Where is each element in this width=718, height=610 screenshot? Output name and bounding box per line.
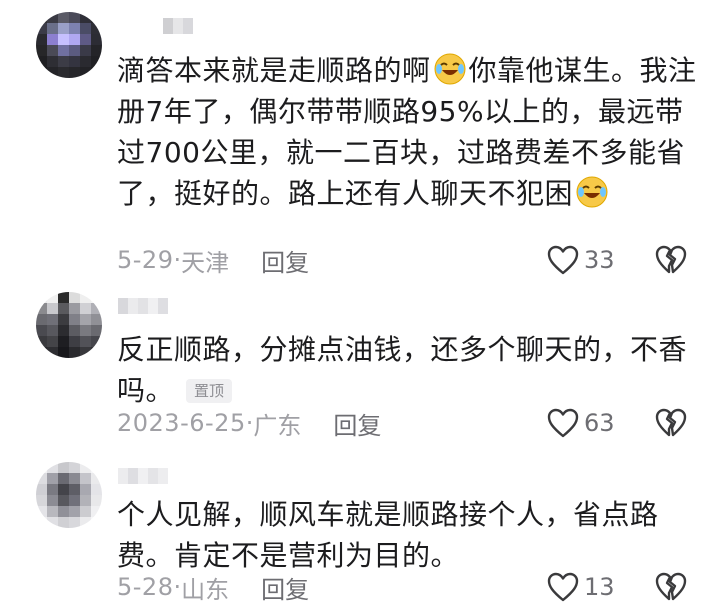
- comment-meta: 5-29 · 天津 回复: [117, 243, 309, 277]
- pinned-badge: 置顶: [186, 379, 233, 403]
- avatar[interactable]: [36, 12, 102, 78]
- comment-location: 天津: [181, 248, 230, 277]
- username-blurred[interactable]: [118, 468, 168, 484]
- reply-button[interactable]: 回复: [261, 243, 309, 278]
- like-button[interactable]: 13: [546, 571, 620, 603]
- meta-separator: ·: [173, 573, 182, 601]
- meta-separator: ·: [173, 246, 182, 274]
- dislike-button[interactable]: [654, 407, 688, 439]
- meta-separator: ·: [245, 409, 254, 437]
- like-count: 63: [584, 409, 615, 437]
- comment-actions: 63: [546, 403, 688, 443]
- heart-outline-icon: [547, 245, 579, 275]
- laughing-crying-emoji-icon: [576, 176, 608, 208]
- comment-location: 广东: [253, 411, 302, 440]
- broken-heart-icon: [655, 245, 687, 274]
- comment-date: 5-28: [117, 573, 174, 601]
- comment-meta: 2023-6-25 · 广东 回复: [117, 406, 381, 440]
- like-count: 13: [584, 573, 615, 601]
- avatar[interactable]: [36, 292, 102, 358]
- comment-text: 个人见解，顺风车就是顺路接个人，省点路费。肯定不是营利为目的。: [117, 498, 659, 572]
- reply-button[interactable]: 回复: [261, 570, 309, 605]
- comment-date: 5-29: [117, 246, 174, 274]
- laughing-crying-emoji-icon: [434, 53, 466, 85]
- like-count: 33: [584, 246, 615, 274]
- broken-heart-icon: [655, 408, 687, 437]
- avatar[interactable]: [36, 462, 102, 528]
- dislike-button[interactable]: [654, 571, 688, 603]
- comment-text: 反正顺路，分摊点油钱，还多个聊天的，不香吗。 置顶: [117, 333, 688, 407]
- username-blurred[interactable]: [118, 298, 168, 314]
- username-blurred[interactable]: [163, 18, 193, 34]
- dislike-button[interactable]: [654, 244, 688, 276]
- comment-text: 滴答本来就是走顺路的啊 你靠他谋生。我注册7年了，偶尔带带顺路95%以上的，最远…: [117, 53, 697, 210]
- comment-date: 2023-6-25: [117, 409, 246, 437]
- comment-location: 山东: [181, 575, 230, 604]
- comment-actions: 33: [546, 240, 688, 280]
- like-button[interactable]: 33: [546, 244, 620, 276]
- comment-meta: 5-28 · 山东 回复: [117, 570, 309, 604]
- heart-outline-icon: [547, 408, 579, 438]
- heart-outline-icon: [547, 572, 579, 602]
- reply-button[interactable]: 回复: [333, 406, 381, 441]
- broken-heart-icon: [655, 572, 687, 601]
- comment-actions: 13: [546, 567, 688, 607]
- like-button[interactable]: 63: [546, 407, 620, 439]
